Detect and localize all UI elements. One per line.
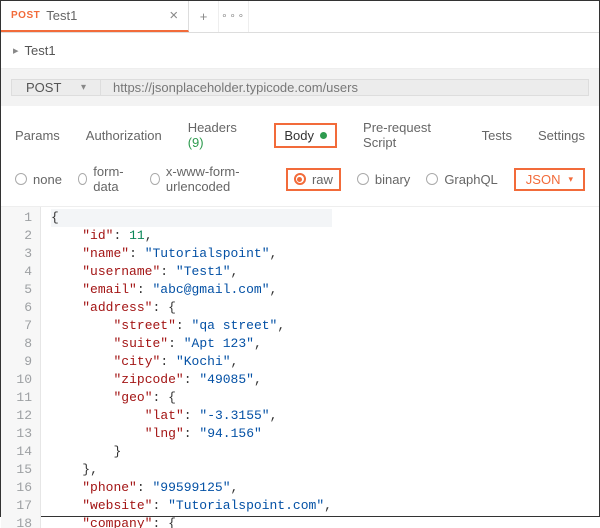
chevron-down-icon: ▾ xyxy=(81,82,86,93)
code-area[interactable]: { "id": 11, "name": "Tutorialspoint", "u… xyxy=(41,207,332,528)
radio-checked-icon xyxy=(294,173,306,185)
tab-prerequest[interactable]: Pre-request Script xyxy=(363,120,456,150)
http-method-select[interactable]: POST ▾ xyxy=(11,79,101,96)
tab-settings[interactable]: Settings xyxy=(538,128,585,143)
tab-params[interactable]: Params xyxy=(15,128,60,143)
radio-icon xyxy=(15,173,27,185)
request-url-row: POST ▾ https://jsonplaceholder.typicode.… xyxy=(1,69,599,106)
tab-headers[interactable]: Headers (9) xyxy=(188,120,249,150)
radio-icon xyxy=(78,173,87,185)
body-type-graphql[interactable]: GraphQL xyxy=(426,172,497,187)
dot-icon xyxy=(320,132,327,139)
body-type-row: none form-data x-www-form-urlencoded raw… xyxy=(1,160,599,207)
breadcrumb[interactable]: ▸ Test1 xyxy=(1,33,599,69)
headers-count: (9) xyxy=(188,135,204,150)
body-label: Body xyxy=(284,128,314,143)
tab-authorization[interactable]: Authorization xyxy=(86,128,162,143)
json-editor[interactable]: 123456789101112131415161718 { "id": 11, … xyxy=(1,207,599,528)
raw-format-select[interactable]: JSON ▾ xyxy=(514,168,585,191)
method-label: POST xyxy=(26,80,61,95)
tab-title: Test1 xyxy=(46,8,77,23)
body-type-raw-highlight: raw xyxy=(286,168,341,191)
body-type-raw[interactable]: raw xyxy=(294,172,333,187)
body-type-binary[interactable]: binary xyxy=(357,172,410,187)
radio-icon xyxy=(426,173,438,185)
tab-tests[interactable]: Tests xyxy=(482,128,512,143)
url-text: https://jsonplaceholder.typicode.com/use… xyxy=(113,80,358,95)
body-type-none[interactable]: none xyxy=(15,172,62,187)
body-type-form-data[interactable]: form-data xyxy=(78,164,134,194)
tab-test1[interactable]: POST Test1 × xyxy=(1,1,189,32)
request-name: Test1 xyxy=(25,43,56,58)
chevron-down-icon: ▾ xyxy=(568,174,573,185)
tab-method-badge: POST xyxy=(11,10,40,21)
line-number-gutter: 123456789101112131415161718 xyxy=(1,207,41,528)
request-tabs: Params Authorization Headers (9) Body Pr… xyxy=(1,106,599,160)
body-type-x-www-form-urlencoded[interactable]: x-www-form-urlencoded xyxy=(150,164,270,194)
close-icon[interactable]: × xyxy=(169,8,178,23)
new-tab-button[interactable]: + xyxy=(189,1,219,32)
radio-icon xyxy=(150,173,160,185)
caret-right-icon: ▸ xyxy=(13,44,19,57)
tab-bar: POST Test1 × + ∘∘∘ xyxy=(1,1,599,33)
url-input[interactable]: https://jsonplaceholder.typicode.com/use… xyxy=(101,79,589,96)
format-label: JSON xyxy=(526,172,561,187)
tab-overflow-button[interactable]: ∘∘∘ xyxy=(219,1,249,32)
more-icon: ∘∘∘ xyxy=(221,11,246,22)
headers-label: Headers xyxy=(188,120,237,135)
tab-body[interactable]: Body xyxy=(274,123,337,148)
radio-icon xyxy=(357,173,369,185)
plus-icon: + xyxy=(200,9,208,24)
